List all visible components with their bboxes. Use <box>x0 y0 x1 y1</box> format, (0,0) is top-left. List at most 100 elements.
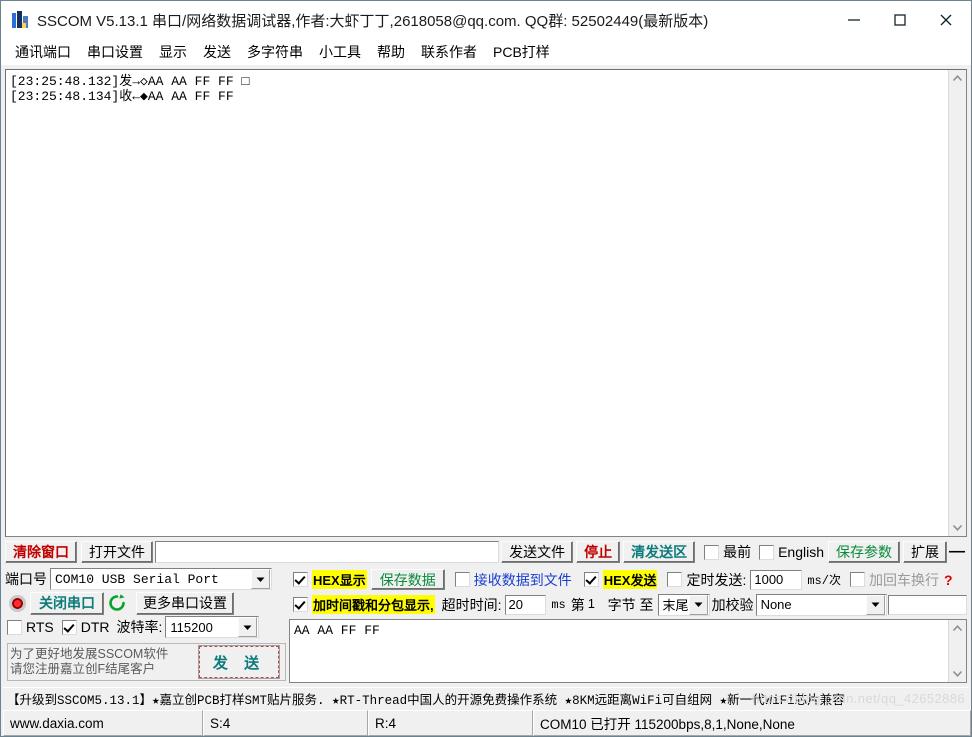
send-text-area[interactable]: AA AA FF FF <box>290 620 948 682</box>
chevron-down-icon[interactable] <box>688 594 708 615</box>
minimize-icon[interactable] <box>831 1 877 39</box>
byte-end-combo[interactable]: 末尾 <box>657 593 710 616</box>
toolbar-row: 清除窗口 打开文件 发送文件 停止 清发送区 最前 English 保存参数 扩… <box>5 539 967 565</box>
byte-prefix-label: 第 <box>570 596 585 613</box>
collapse-button[interactable]: — <box>947 541 967 563</box>
receive-text-area[interactable]: [23:25:48.132]发→◇AA AA FF FF □ [23:25:48… <box>6 70 948 536</box>
topmost-checkbox-box[interactable] <box>704 544 720 560</box>
chevron-down-icon[interactable] <box>865 594 885 615</box>
more-port-settings-button[interactable]: 更多串口设置 <box>136 591 234 615</box>
menu-item-multi-string[interactable]: 多字符串 <box>239 40 311 64</box>
menu-item-help[interactable]: 帮助 <box>369 40 413 64</box>
timed-send-unit-label: ms/次 <box>807 574 841 588</box>
dtr-checkbox-box[interactable] <box>61 619 77 635</box>
topmost-checkbox[interactable]: 最前 <box>700 542 755 562</box>
title-bar: SSCOM V5.13.1 串口/网络数据调试器,作者:大虾丁丁,2618058… <box>1 1 971 39</box>
timed-send-label: 定时发送: <box>686 571 747 588</box>
registration-note-text: 为了更好地发展SSCOM软件 请您注册嘉立创F结尾客户 <box>8 647 168 677</box>
timestamp-checkbox[interactable]: 加时间戳和分包显示, <box>289 595 439 614</box>
chevron-down-icon[interactable] <box>238 617 258 637</box>
port-combo[interactable]: COM10 USB Serial Port <box>50 568 272 590</box>
scroll-down-icon[interactable] <box>949 665 966 682</box>
receive-to-file-checkbox[interactable]: 接收数据到文件 <box>451 570 576 590</box>
timed-send-checkbox-box[interactable] <box>667 572 683 587</box>
open-file-button[interactable]: 打开文件 <box>81 541 153 563</box>
status-website[interactable]: www.daxia.com <box>3 710 203 736</box>
maximize-icon[interactable] <box>877 1 923 39</box>
rts-checkbox[interactable]: RTS <box>5 619 58 635</box>
status-sent-count: S:4 <box>203 710 368 736</box>
hex-display-checkbox-box[interactable] <box>293 572 308 587</box>
extend-button[interactable]: 扩展 <box>903 541 947 563</box>
scroll-up-icon[interactable] <box>949 70 966 87</box>
clear-window-button[interactable]: 清除窗口 <box>5 541 77 563</box>
checksum-combo-value: None <box>760 597 792 612</box>
byte-mid-label: 字节 至 <box>607 596 654 613</box>
hex-display-checkbox[interactable]: HEX显示 <box>289 570 371 589</box>
receive-panel: [23:25:48.132]发→◇AA AA FF FF □ [23:25:48… <box>5 69 967 537</box>
dtr-checkbox[interactable]: DTR <box>58 619 114 635</box>
registration-note-line2: 请您注册嘉立创F结尾客户 <box>10 662 156 676</box>
topmost-label: 最前 <box>723 544 752 560</box>
timestamp-label: 加时间戳和分包显示, <box>312 595 435 614</box>
checksum-extra-input[interactable] <box>887 594 967 615</box>
scroll-up-icon[interactable] <box>949 620 966 637</box>
save-data-button[interactable]: 保存数据 <box>370 569 445 590</box>
english-checkbox[interactable]: English <box>755 544 828 560</box>
timeout-label: 超时时间: <box>441 596 502 613</box>
status-port-info: COM10 已打开 115200bps,8,1,None,None <box>533 710 971 736</box>
send-file-button[interactable]: 发送文件 <box>501 541 574 563</box>
checksum-combo[interactable]: None <box>755 593 887 616</box>
receive-scrollbar[interactable] <box>948 70 966 536</box>
display-settings-row-1: HEX显示 保存数据 接收数据到文件 HEX发送 定时发送: 1000 ms/次… <box>289 567 967 592</box>
checksum-label: 加校验 <box>711 596 754 613</box>
help-icon[interactable]: ? <box>944 572 953 588</box>
registration-note: 为了更好地发展SSCOM软件 请您注册嘉立创F结尾客户 发 送 <box>7 643 286 681</box>
crlf-checkbox[interactable]: 加回车换行 <box>846 570 943 590</box>
baud-combo[interactable]: 115200 <box>165 616 260 638</box>
menu-item-tools[interactable]: 小工具 <box>311 40 369 64</box>
status-bar: www.daxia.com S:4 R:4 COM10 已打开 115200bp… <box>3 710 971 736</box>
stop-button[interactable]: 停止 <box>576 541 621 563</box>
port-label: 端口号 <box>5 571 47 587</box>
save-params-button[interactable]: 保存参数 <box>828 541 900 563</box>
send-button[interactable]: 发 送 <box>199 646 279 678</box>
menu-item-contact-author[interactable]: 联系作者 <box>413 40 485 64</box>
send-scrollbar[interactable] <box>948 620 966 682</box>
ad-banner[interactable]: 【升级到SSCOM5.13.1】★嘉立创PCB打样SMT贴片服务. ★RT-Th… <box>3 687 969 708</box>
sscom-window: SSCOM V5.13.1 串口/网络数据调试器,作者:大虾丁丁,2618058… <box>0 0 972 737</box>
menu-item-pcb[interactable]: PCB打样 <box>485 40 558 64</box>
file-path-input[interactable] <box>155 541 500 563</box>
display-settings-panel: HEX显示 保存数据 接收数据到文件 HEX发送 定时发送: 1000 ms/次… <box>289 567 967 619</box>
refresh-icon[interactable] <box>107 593 127 613</box>
hex-send-checkbox[interactable]: HEX发送 <box>580 570 662 589</box>
receive-to-file-label: 接收数据到文件 <box>473 571 572 588</box>
menu-item-comm-port[interactable]: 通讯端口 <box>7 40 79 64</box>
menu-item-display[interactable]: 显示 <box>151 40 195 64</box>
timeout-input[interactable]: 20 <box>504 594 547 615</box>
receive-to-file-checkbox-box[interactable] <box>454 572 470 587</box>
port-settings-panel: 端口号 COM10 USB Serial Port 关闭串口 更多串口设置 RT… <box>5 567 286 683</box>
display-settings-row-2: 加时间戳和分包显示, 超时时间: 20 ms 第 1 字节 至 末尾 加校验 N… <box>289 592 967 617</box>
send-panel: AA AA FF FF <box>289 619 967 683</box>
dtr-label: DTR <box>80 619 110 635</box>
menu-item-serial-settings[interactable]: 串口设置 <box>79 40 151 64</box>
timeout-unit-label: ms <box>551 597 566 612</box>
hex-send-checkbox-box[interactable] <box>583 572 599 587</box>
hex-send-label: HEX发送 <box>602 570 658 589</box>
timed-send-interval-input[interactable]: 1000 <box>750 569 803 590</box>
clear-send-area-button[interactable]: 清发送区 <box>623 541 696 563</box>
timestamp-checkbox-box[interactable] <box>293 597 308 612</box>
rts-checkbox-box[interactable] <box>7 619 22 635</box>
scroll-down-icon[interactable] <box>949 519 966 536</box>
port-row: 端口号 COM10 USB Serial Port <box>5 567 286 591</box>
chevron-down-icon[interactable] <box>251 569 270 589</box>
status-received-count: R:4 <box>368 710 533 736</box>
crlf-checkbox-box[interactable] <box>849 572 865 587</box>
english-checkbox-box[interactable] <box>759 544 775 560</box>
timed-send-checkbox[interactable]: 定时发送: <box>663 570 750 590</box>
menu-item-send[interactable]: 发送 <box>195 40 239 64</box>
byte-start-input[interactable]: 1 <box>585 595 608 615</box>
close-icon[interactable] <box>923 1 969 39</box>
close-port-button[interactable]: 关闭串口 <box>30 591 104 615</box>
